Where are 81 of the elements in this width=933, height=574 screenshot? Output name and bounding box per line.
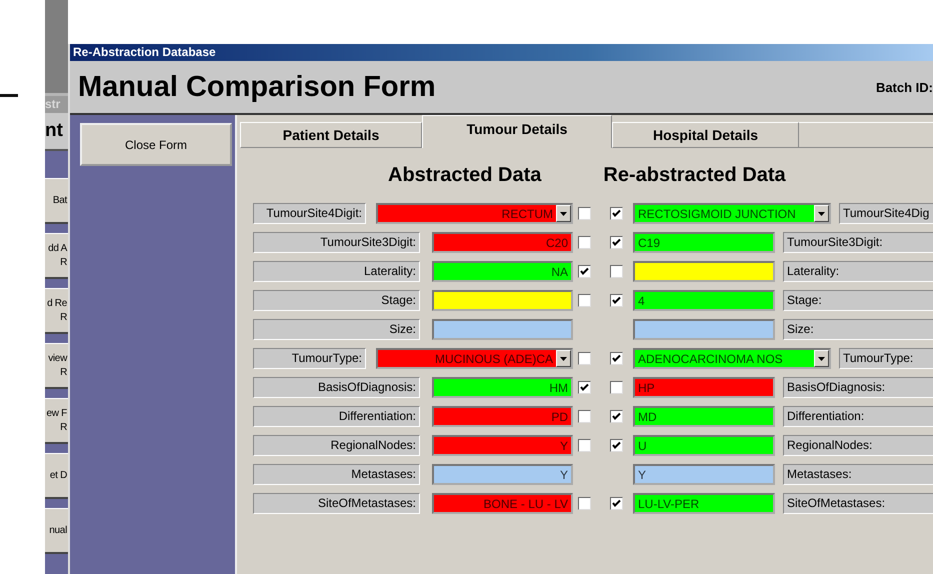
checkbox[interactable] — [610, 381, 623, 394]
input-field[interactable]: Y — [633, 464, 775, 485]
checkbox[interactable] — [578, 294, 591, 307]
input-field[interactable]: Y — [432, 464, 573, 485]
close-form-button[interactable]: Close Form — [80, 123, 232, 166]
checkbox[interactable] — [578, 236, 591, 249]
tab[interactable]: Tumour Details — [422, 115, 612, 148]
menu-button[interactable]: view R — [45, 343, 68, 389]
field-label: Size: — [253, 319, 420, 340]
checkbox[interactable] — [610, 294, 623, 307]
input-field[interactable]: U — [633, 435, 775, 456]
field-label: BasisOfDiagnosis: — [253, 377, 420, 398]
dropdown[interactable]: MUCINOUS (ADE)CA — [376, 348, 573, 369]
dash-mark — [0, 94, 18, 97]
checkbox[interactable] — [610, 207, 623, 220]
tab[interactable]: Hospital Details — [612, 122, 799, 148]
input-field[interactable] — [432, 319, 573, 340]
input-field[interactable]: HP — [633, 377, 775, 398]
field-label: TumourSite3Digit: — [253, 232, 420, 253]
menu-button[interactable]: ew F R — [45, 398, 68, 444]
checkbox[interactable] — [578, 352, 591, 365]
field-label: Stage: — [783, 290, 933, 311]
field-label: Differentiation: — [783, 406, 933, 427]
field-label: TumourSite3Digit: — [783, 232, 933, 253]
input-field[interactable] — [432, 290, 573, 311]
checkbox[interactable] — [578, 497, 591, 510]
field-label: Metastases: — [253, 464, 420, 485]
batch-label: Batch ID: — [876, 80, 933, 94]
input-field[interactable] — [633, 319, 775, 340]
checkbox[interactable] — [610, 439, 623, 452]
field-label: RegionalNodes: — [253, 435, 420, 456]
input-field[interactable]: C19 — [633, 232, 775, 253]
input-field[interactable]: NA — [432, 261, 573, 282]
field-label: Metastases: — [783, 464, 933, 485]
input-field[interactable]: HM — [432, 377, 573, 398]
dropdown[interactable]: RECTUM — [376, 203, 573, 224]
field-label: TumourType: — [253, 348, 366, 369]
menu-button[interactable]: Bat — [45, 178, 68, 224]
checkbox[interactable] — [610, 236, 623, 249]
window-title: str — [45, 96, 68, 113]
checkbox[interactable] — [610, 352, 623, 365]
checkbox[interactable] — [610, 265, 623, 278]
input-field[interactable]: LU-LV-PER — [633, 493, 775, 514]
input-field[interactable]: PD — [432, 406, 573, 427]
field-label: TumourSite4Dig — [839, 203, 933, 224]
checkbox[interactable] — [610, 497, 623, 510]
checkbox[interactable] — [578, 381, 591, 394]
dropdown[interactable]: RECTOSIGMOID JUNCTION — [633, 203, 831, 224]
field-label: Size: — [783, 319, 933, 340]
field-label: BasisOfDiagnosis: — [783, 377, 933, 398]
field-label: Stage: — [253, 290, 420, 311]
field-label: Laterality: — [253, 261, 420, 282]
section-heading: Re-abstracted Data — [603, 164, 786, 187]
field-label: Differentiation: — [253, 406, 420, 427]
tab[interactable]: Patient Details — [240, 122, 422, 148]
field-label: TumourSite4Digit: — [253, 203, 366, 224]
input-field[interactable]: BONE - LU - LV — [432, 493, 573, 514]
menu-button[interactable]: d Re R — [45, 288, 68, 334]
input-field[interactable]: 4 — [633, 290, 775, 311]
field-label: RegionalNodes: — [783, 435, 933, 456]
input-field[interactable]: MD — [633, 406, 775, 427]
menu-button[interactable]: et D — [45, 453, 68, 499]
field-label: Laterality: — [783, 261, 933, 282]
field-label: TumourType: — [839, 348, 933, 369]
checkbox[interactable] — [578, 439, 591, 452]
field-label: SiteOfMetastases: — [783, 493, 933, 514]
menu-button[interactable]: nual — [45, 508, 68, 554]
input-field[interactable]: C20 — [432, 232, 573, 253]
input-field[interactable]: Y — [432, 435, 573, 456]
dropdown[interactable]: ADENOCARCINOMA NOS — [633, 348, 831, 369]
form-title: Manual Comparison Form — [78, 70, 436, 104]
menu-button[interactable]: dd A R — [45, 233, 68, 279]
form-title: nt — [45, 113, 68, 151]
title-bar: Re-Abstraction Database — [70, 44, 933, 61]
section-heading: Abstracted Data — [388, 164, 542, 187]
checkbox[interactable] — [578, 265, 591, 278]
checkbox[interactable] — [578, 410, 591, 423]
field-label: SiteOfMetastases: — [253, 493, 420, 514]
checkbox[interactable] — [578, 207, 591, 220]
checkbox[interactable] — [610, 410, 623, 423]
input-field[interactable] — [633, 261, 775, 282]
